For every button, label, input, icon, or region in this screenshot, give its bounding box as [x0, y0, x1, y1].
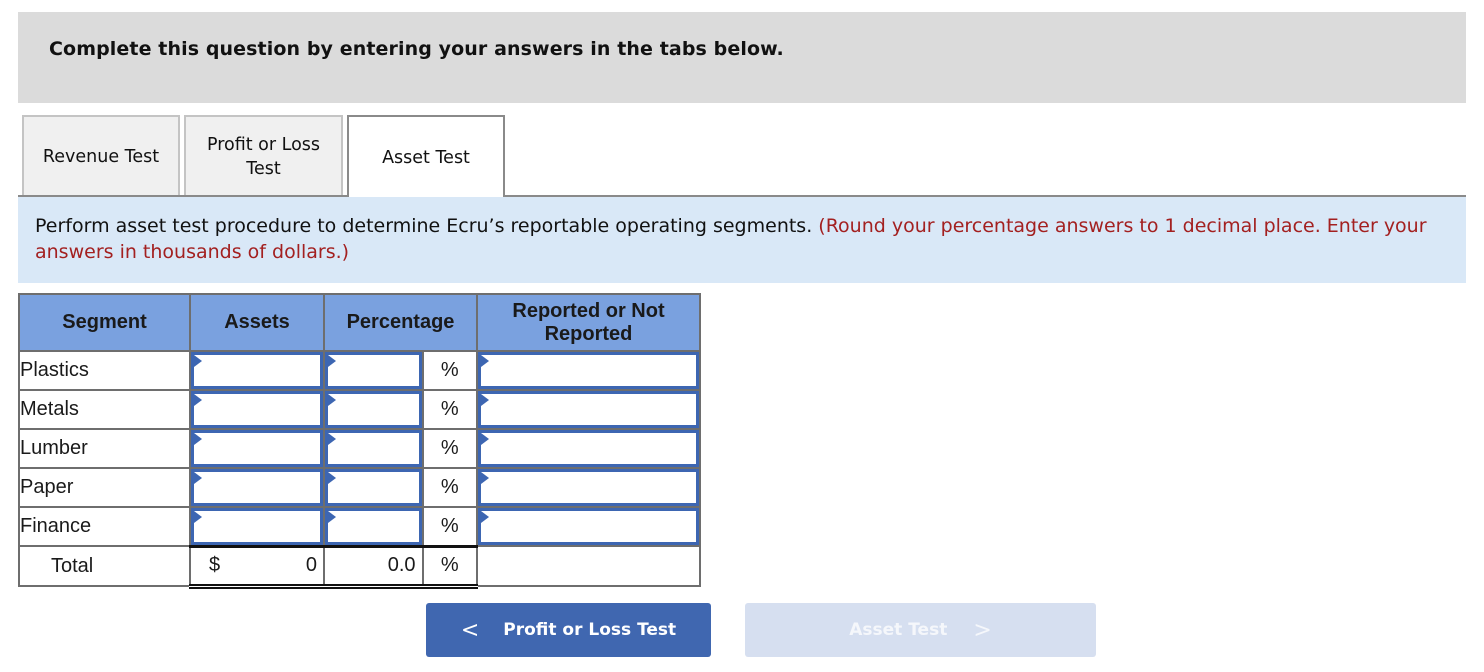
- prev-tab-label: Profit or Loss Test: [503, 620, 677, 640]
- reported-select[interactable]: [478, 508, 699, 545]
- assets-input[interactable]: [191, 508, 323, 545]
- percentage-input[interactable]: [325, 391, 422, 428]
- chevron-left-icon: <: [460, 617, 480, 643]
- total-assets-value: 0: [305, 554, 317, 576]
- percent-sign: %: [421, 389, 479, 430]
- instructions-panel: Perform asset test procedure to determin…: [18, 197, 1466, 283]
- table-header-row: Segment Assets Percentage Reported or No…: [18, 293, 701, 352]
- segment-name: Finance: [18, 506, 191, 547]
- total-reported-cell: [476, 545, 701, 587]
- header-title: Complete this question by entering your …: [49, 38, 784, 60]
- currency-symbol: $: [209, 554, 221, 576]
- instructions-main: Perform asset test procedure to determin…: [35, 215, 813, 237]
- percentage-cell: [323, 350, 424, 391]
- header-reported-label: Reported or Not Reported: [512, 299, 665, 345]
- tab-asset-test[interactable]: Asset Test: [347, 115, 505, 198]
- percentage-cell: [323, 506, 424, 547]
- assets-input[interactable]: [191, 352, 323, 389]
- reported-cell: [476, 506, 701, 547]
- percentage-input[interactable]: [325, 430, 422, 467]
- assets-cell: [189, 467, 325, 508]
- segment-name: Lumber: [18, 428, 191, 469]
- percent-sign: %: [421, 467, 479, 508]
- percentage-input[interactable]: [325, 469, 422, 506]
- assets-cell: [189, 506, 325, 547]
- reported-select[interactable]: [478, 430, 699, 467]
- instructions-text: Perform asset test procedure to determin…: [35, 213, 1449, 265]
- tab-label: Profit or Loss Test: [206, 134, 321, 179]
- percent-sign: %: [421, 506, 479, 547]
- reported-cell: [476, 350, 701, 391]
- reported-select[interactable]: [478, 391, 699, 428]
- assets-input[interactable]: [191, 469, 323, 506]
- percentage-input[interactable]: [325, 508, 422, 545]
- percent-sign: %: [421, 428, 479, 469]
- header-assets: Assets: [189, 293, 325, 352]
- tab-revenue-test[interactable]: Revenue Test: [22, 115, 180, 196]
- chevron-right-icon: >: [973, 617, 992, 643]
- percent-sign: %: [421, 350, 479, 391]
- reported-select[interactable]: [478, 469, 699, 506]
- table-row: Finance%: [18, 506, 701, 547]
- reported-select[interactable]: [478, 352, 699, 389]
- total-percentage-value: 0.0: [387, 554, 416, 576]
- header-reported: Reported or Not Reported: [476, 293, 701, 352]
- total-row: Total $ 0 0.0 %: [18, 544, 701, 589]
- table-row: Lumber%: [18, 428, 701, 469]
- next-tab-button[interactable]: Asset Test >: [745, 603, 1096, 657]
- assets-cell: [189, 428, 325, 469]
- table-row: Plastics%: [18, 350, 701, 391]
- question-header: Complete this question by entering your …: [18, 12, 1466, 103]
- percentage-cell: [323, 389, 424, 430]
- total-percent-sign: %: [421, 544, 479, 589]
- asset-test-table: Segment Assets Percentage Reported or No…: [18, 293, 701, 589]
- total-label: Total: [18, 545, 191, 587]
- total-percentage-cell: 0.0: [323, 544, 424, 589]
- table-row: Paper%: [18, 467, 701, 508]
- segment-name: Paper: [18, 467, 191, 508]
- assets-input[interactable]: [191, 391, 323, 428]
- segment-name: Plastics: [18, 350, 191, 391]
- percentage-input[interactable]: [325, 352, 422, 389]
- segment-name: Metals: [18, 389, 191, 430]
- header-segment: Segment: [18, 293, 191, 352]
- assets-cell: [189, 350, 325, 391]
- next-tab-label: Asset Test: [849, 620, 948, 640]
- prev-tab-button[interactable]: < Profit or Loss Test: [426, 603, 711, 657]
- total-assets-cell: $ 0: [189, 544, 325, 589]
- reported-cell: [476, 389, 701, 430]
- percentage-cell: [323, 428, 424, 469]
- reported-cell: [476, 467, 701, 508]
- percentage-cell: [323, 467, 424, 508]
- table-row: Metals%: [18, 389, 701, 430]
- tab-profit-or-loss-test[interactable]: Profit or Loss Test: [184, 115, 343, 196]
- header-percentage: Percentage: [323, 293, 478, 352]
- assets-input[interactable]: [191, 430, 323, 467]
- reported-cell: [476, 428, 701, 469]
- assets-cell: [189, 389, 325, 430]
